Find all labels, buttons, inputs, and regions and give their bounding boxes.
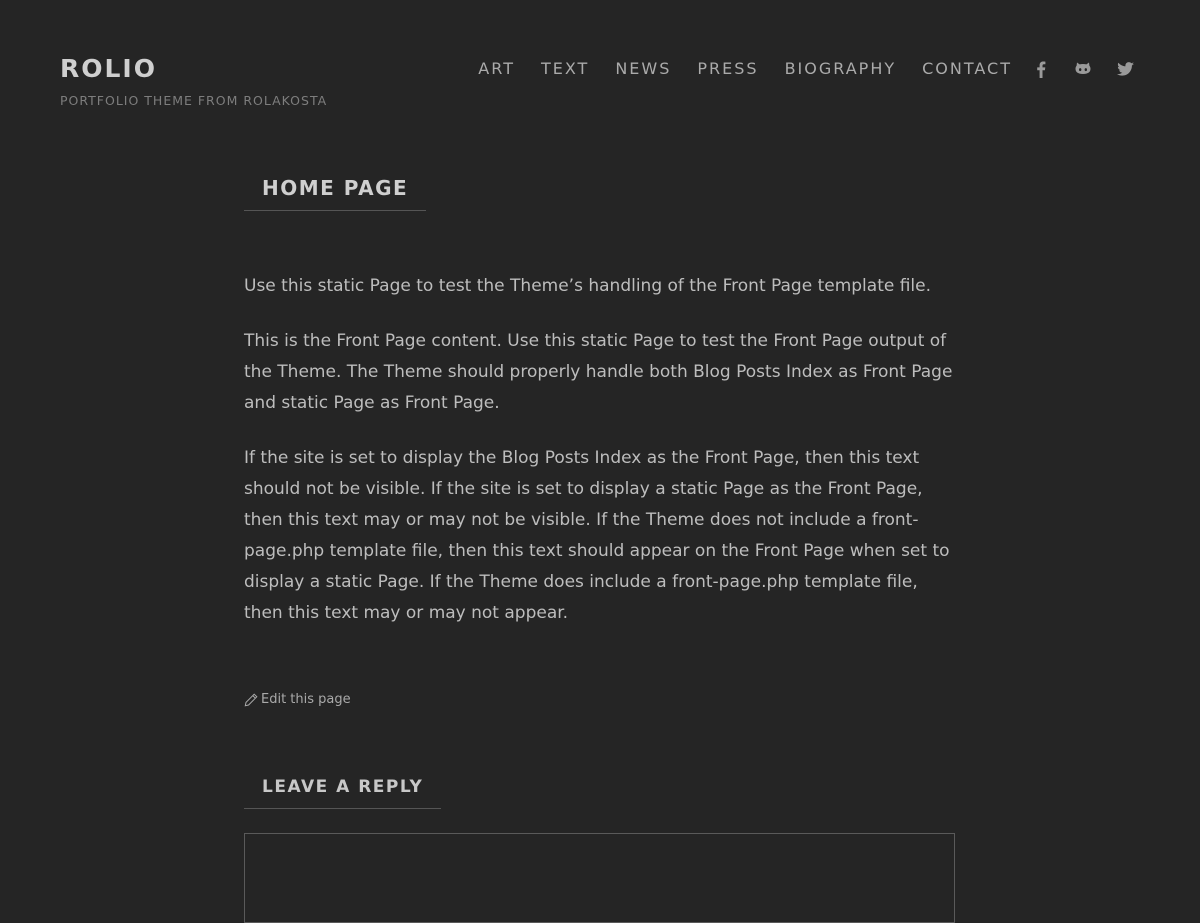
twitter-icon[interactable]: [1114, 58, 1136, 80]
main-navigation: ART TEXT NEWS PRESS BIOGRAPHY CONTACT: [452, 57, 1012, 81]
edit-page-link[interactable]: Edit this page: [244, 690, 351, 710]
facebook-icon[interactable]: [1030, 58, 1052, 80]
content-paragraph: This is the Front Page content. Use this…: [244, 331, 953, 413]
nav-item-news[interactable]: NEWS: [615, 57, 671, 81]
content-paragraph: Use this static Page to test the Theme’s…: [244, 276, 932, 296]
site-title-link[interactable]: ROLIO: [60, 52, 157, 86]
site-header: ROLIO PORTFOLIO THEME FROM ROLAKOSTA ART…: [0, 0, 1200, 130]
comment-textarea[interactable]: [244, 833, 955, 923]
nav-item-biography[interactable]: BIOGRAPHY: [785, 57, 897, 81]
nav-item-press[interactable]: PRESS: [697, 57, 758, 81]
github-icon[interactable]: [1072, 58, 1094, 80]
nav-item-art[interactable]: ART: [478, 57, 515, 81]
page-title: HOME PAGE: [244, 170, 427, 211]
leave-reply-heading: LEAVE A REPLY: [244, 770, 442, 809]
nav-item-text[interactable]: TEXT: [541, 57, 589, 81]
site-description: PORTFOLIO THEME FROM ROLAKOSTA: [60, 93, 328, 108]
pencil-icon: [244, 693, 258, 707]
entry-content: Use this static Page to test the Theme’s…: [244, 271, 956, 653]
edit-link-label: Edit this page: [261, 692, 351, 707]
content-paragraph: If the site is set to display the Blog P…: [244, 448, 950, 623]
social-links: [1030, 58, 1156, 80]
nav-item-contact[interactable]: CONTACT: [922, 57, 1012, 81]
